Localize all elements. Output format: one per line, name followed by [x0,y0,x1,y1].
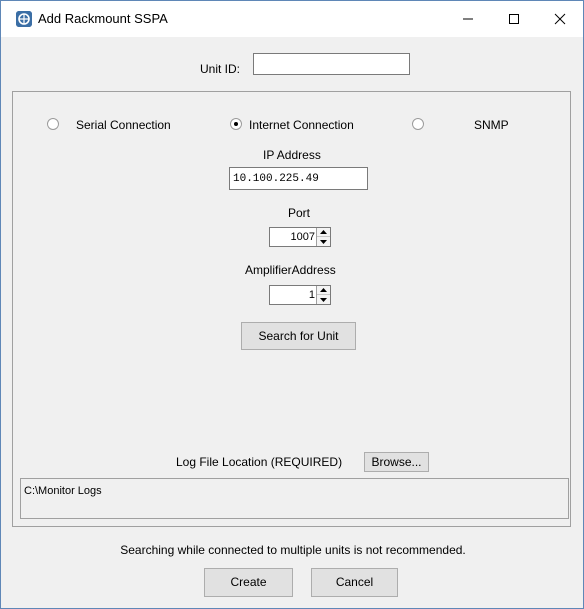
maximize-button[interactable] [491,1,537,37]
internet-connection-radio[interactable] [230,118,242,130]
amplifier-spin-buttons[interactable] [316,286,330,304]
amplifier-up-arrow-icon[interactable] [317,286,330,295]
log-file-path-box[interactable]: C:\Monitor Logs [20,478,569,519]
close-button[interactable] [537,1,583,37]
amplifier-address-value: 1 [308,289,315,301]
port-up-arrow-icon[interactable] [317,228,330,237]
port-spin-buttons[interactable] [316,228,330,246]
port-spinner[interactable]: 1007 [269,227,331,247]
port-down-arrow-icon[interactable] [317,237,330,246]
dialog-window: Add Rackmount SSPA Unit ID: Serial Conne… [0,0,584,609]
port-label: Port [288,206,311,220]
snmp-radio[interactable] [412,118,424,130]
search-for-unit-button[interactable]: Search for Unit [241,322,356,350]
app-logo-icon [16,11,32,27]
maximize-icon [509,14,519,24]
port-value: 1007 [290,231,315,243]
minimize-icon [463,18,473,20]
internet-connection-label[interactable]: Internet Connection [249,118,354,132]
multiple-units-warning: Searching while connected to multiple un… [120,543,466,557]
unit-id-input[interactable] [253,53,410,75]
unit-id-label: Unit ID: [200,62,241,76]
window-title: Add Rackmount SSPA [38,11,168,26]
minimize-button[interactable] [445,1,491,37]
snmp-label[interactable]: SNMP [474,118,509,132]
amplifier-address-spinner[interactable]: 1 [269,285,331,305]
serial-connection-label[interactable]: Serial Connection [76,118,171,132]
amplifier-address-label: AmplifierAddress [245,263,336,277]
title-bar[interactable]: Add Rackmount SSPA [1,1,583,37]
log-file-location-label: Log File Location (REQUIRED) [176,455,343,469]
close-icon [554,13,566,25]
log-file-path: C:\Monitor Logs [24,485,102,497]
ip-address-label: IP Address [263,148,321,162]
create-button[interactable]: Create [204,568,293,597]
cancel-button[interactable]: Cancel [311,568,398,597]
amplifier-down-arrow-icon[interactable] [317,295,330,304]
ip-address-input[interactable] [229,167,368,190]
serial-connection-radio[interactable] [47,118,59,130]
browse-button[interactable]: Browse... [364,452,429,472]
